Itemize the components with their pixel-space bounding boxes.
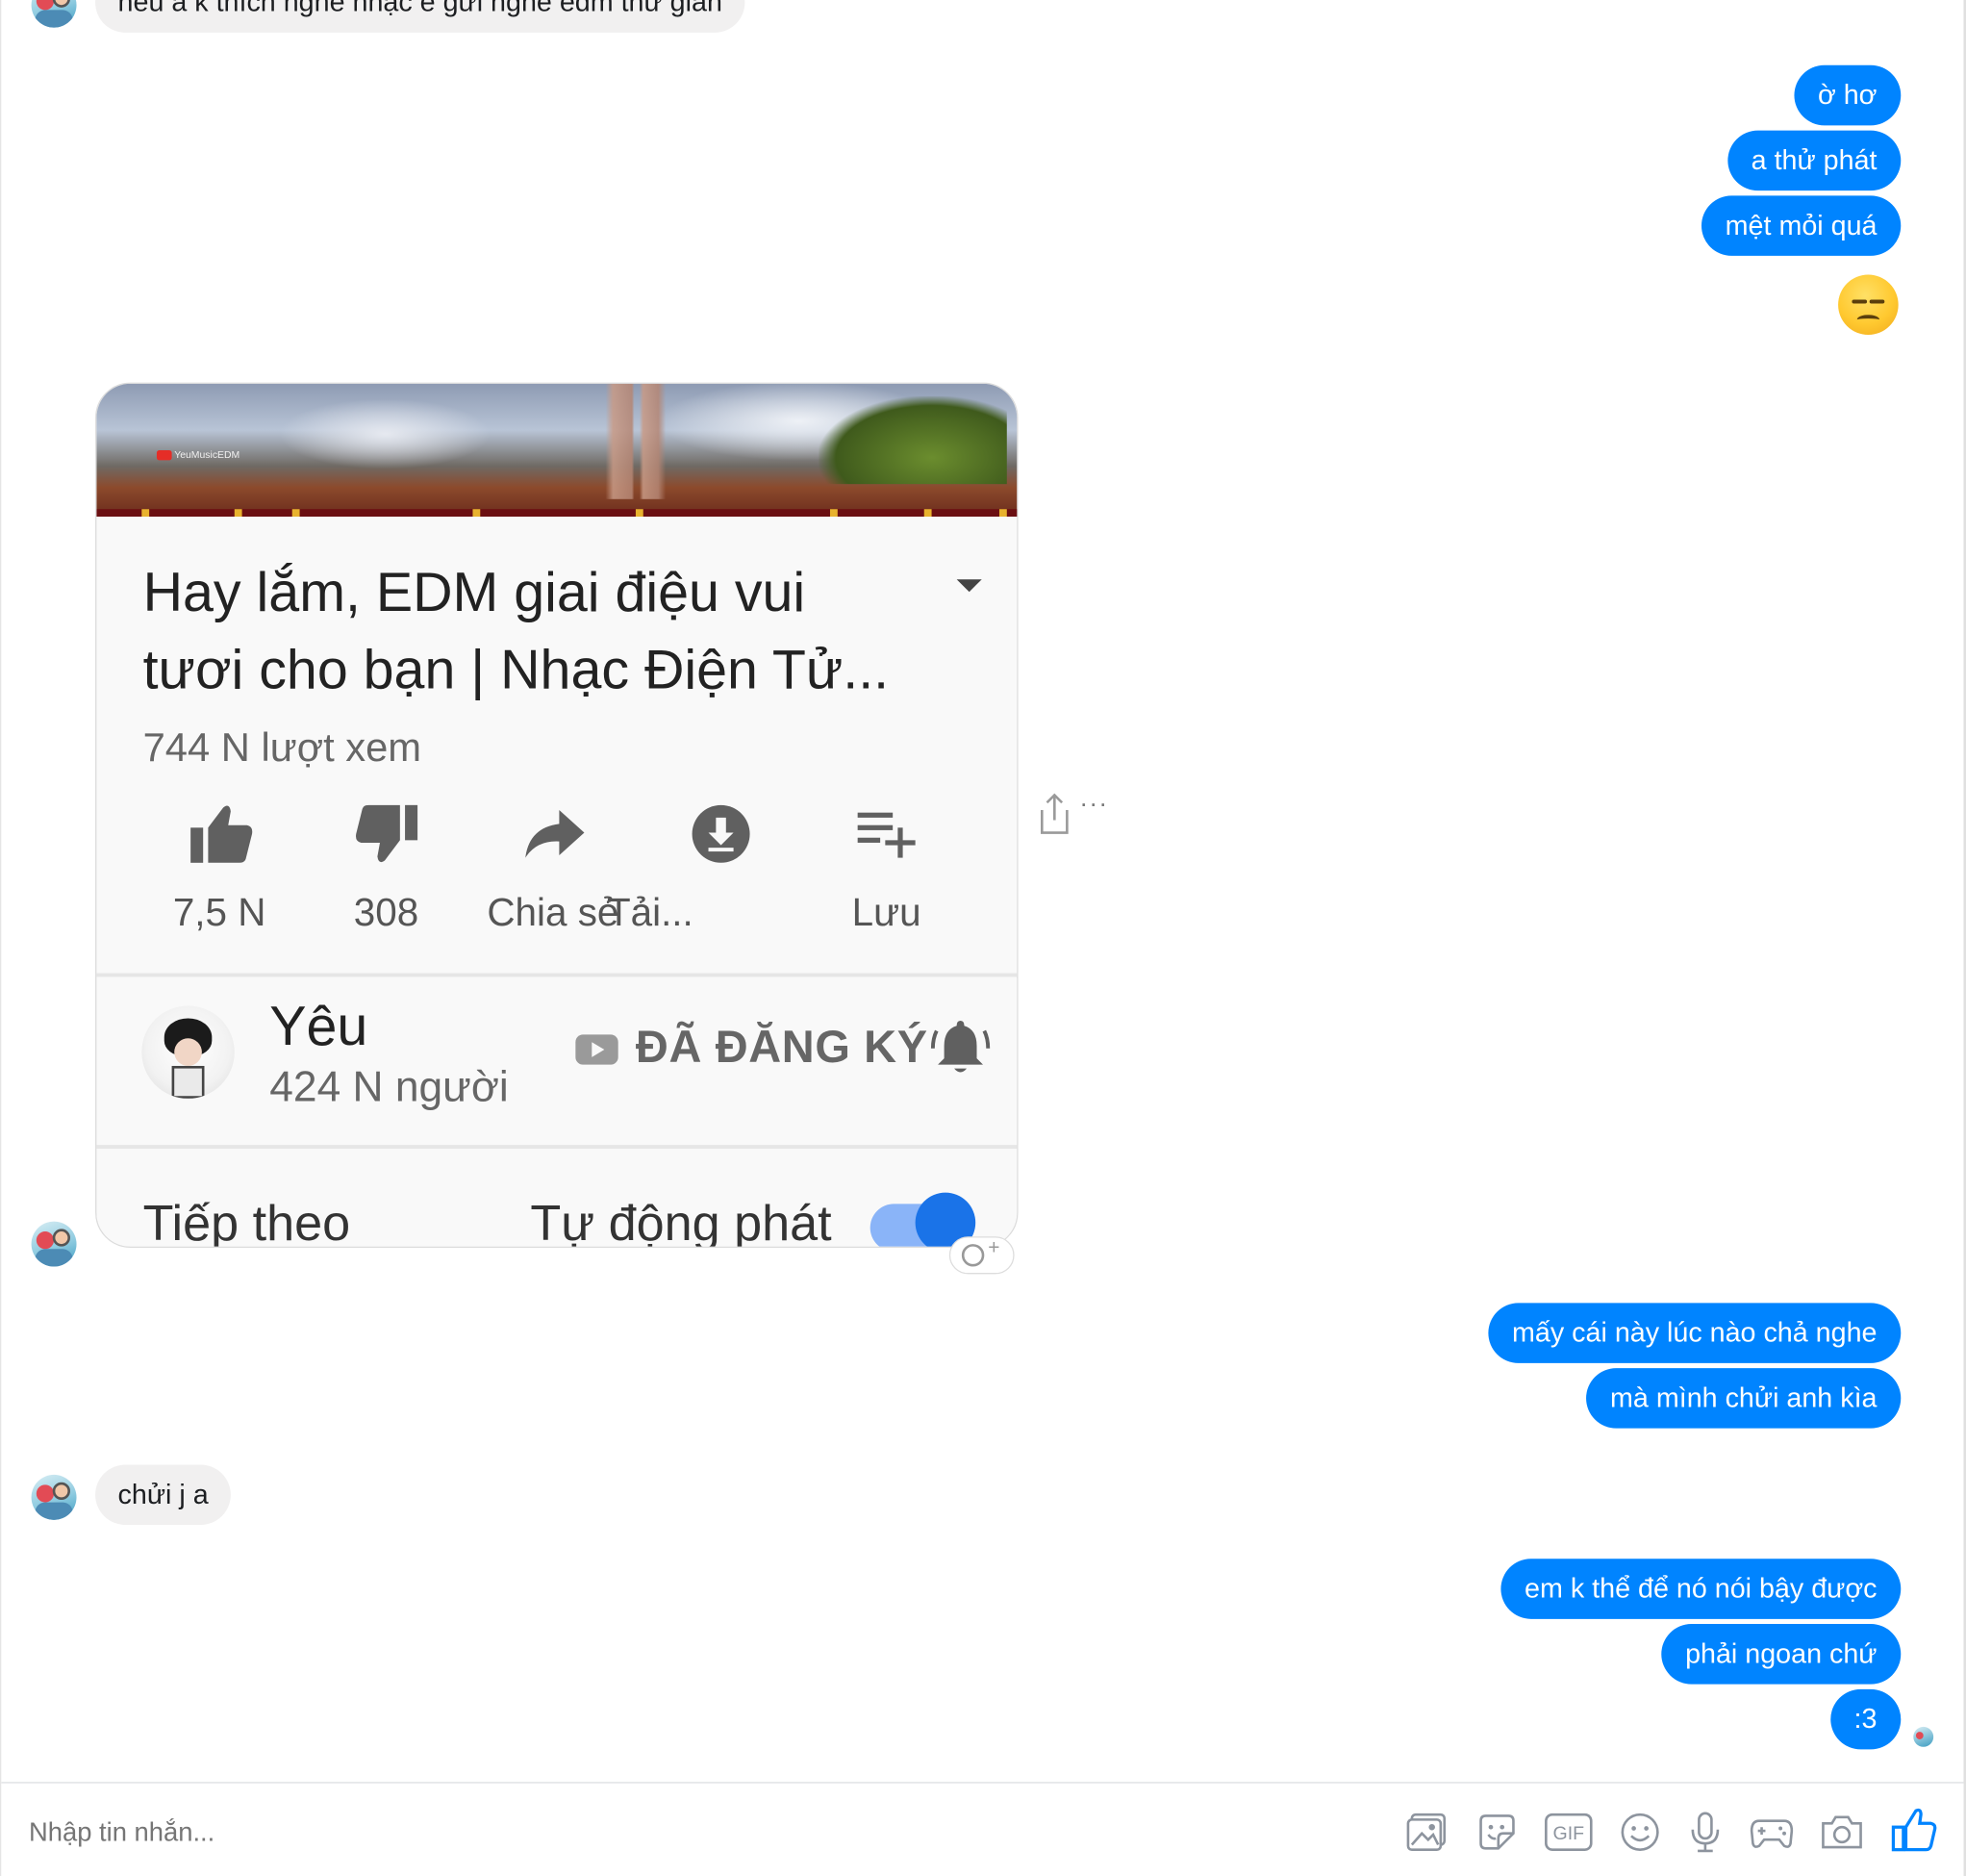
- smiley-icon: [961, 1244, 985, 1267]
- microphone-icon[interactable]: [1689, 1811, 1722, 1853]
- incoming-message: chửi j a: [95, 1464, 232, 1526]
- playlist-add-icon: [857, 812, 916, 858]
- share-arrow-icon: [525, 810, 585, 858]
- download-icon: [692, 804, 750, 863]
- video-thumbnail: YeuMusicEDM: [96, 383, 1018, 518]
- outgoing-message: phải ngoan chứ: [1661, 1624, 1902, 1685]
- up-next-row: Tiếp theo Tự động phát: [96, 1149, 1018, 1248]
- message-input[interactable]: [26, 1816, 784, 1850]
- view-count: 744 N lượt xem: [142, 724, 422, 771]
- video-title: Hay lắm, EDM giai điệu vui tươi cho bạn …: [142, 561, 890, 701]
- contact-avatar[interactable]: [31, 0, 77, 28]
- outgoing-message: mấy cái này lúc nào chả nghe: [1488, 1303, 1902, 1363]
- subscribed-label: ĐÃ ĐĂNG KÝ: [635, 1021, 928, 1073]
- emoji-icon[interactable]: [1619, 1811, 1661, 1853]
- incoming-message: nếu a k thích nghe nhạc e gửi nghe edm t…: [95, 0, 745, 33]
- outgoing-message: mệt mỏi quá: [1701, 195, 1902, 256]
- outgoing-message: mà mình chửi anh kìa: [1586, 1368, 1902, 1429]
- more-options-icon[interactable]: ···: [1079, 790, 1108, 819]
- camera-icon[interactable]: [1820, 1811, 1865, 1853]
- expand-caret-icon: [956, 579, 982, 593]
- message-composer: GIF: [1, 1782, 1964, 1876]
- like-icon: [190, 805, 253, 863]
- game-icon[interactable]: [1750, 1811, 1795, 1853]
- pensive-emoji: [1838, 274, 1899, 336]
- notification-bell-icon: [930, 1021, 991, 1073]
- youtube-icon: [575, 1034, 618, 1065]
- outgoing-message: em k thể để nó nói bậy được: [1500, 1559, 1902, 1619]
- subscriber-count: 424 N người: [269, 1063, 509, 1111]
- sticker-icon[interactable]: [1475, 1811, 1518, 1853]
- contact-avatar[interactable]: [31, 1221, 77, 1267]
- add-reaction-button[interactable]: +: [948, 1236, 1015, 1275]
- outgoing-message: a thử phát: [1727, 130, 1902, 191]
- seen-indicator-avatar: [1913, 1726, 1934, 1747]
- svg-text:GIF: GIF: [1553, 1823, 1585, 1844]
- autoplay-label: Tự động phát: [530, 1196, 832, 1248]
- channel-avatar: [141, 1005, 235, 1099]
- channel-row: Yêu 424 N người ĐÃ ĐĂNG KÝ: [96, 977, 1018, 1146]
- channel-name: Yêu: [269, 995, 368, 1057]
- dislike-icon: [356, 804, 418, 863]
- image-attachment[interactable]: YeuMusicEDM Hay lắm, EDM giai điệu vui t…: [95, 382, 1019, 1248]
- video-info: Hay lắm, EDM giai điệu vui tươi cho bạn …: [96, 517, 1018, 975]
- contact-avatar[interactable]: [31, 1474, 77, 1520]
- channel-watermark: YeuMusicEDM: [156, 449, 239, 460]
- share-icon[interactable]: [1037, 793, 1072, 835]
- outgoing-message: :3: [1829, 1688, 1902, 1750]
- chat-window: nếu a k thích nghe nhạc e gửi nghe edm t…: [0, 0, 1966, 1876]
- gif-icon[interactable]: GIF: [1544, 1811, 1594, 1853]
- image-icon[interactable]: [1405, 1811, 1448, 1853]
- thumbs-up-icon[interactable]: [1890, 1806, 1938, 1854]
- outgoing-message: ờ hơ: [1794, 64, 1902, 126]
- up-next-label: Tiếp theo: [142, 1196, 351, 1248]
